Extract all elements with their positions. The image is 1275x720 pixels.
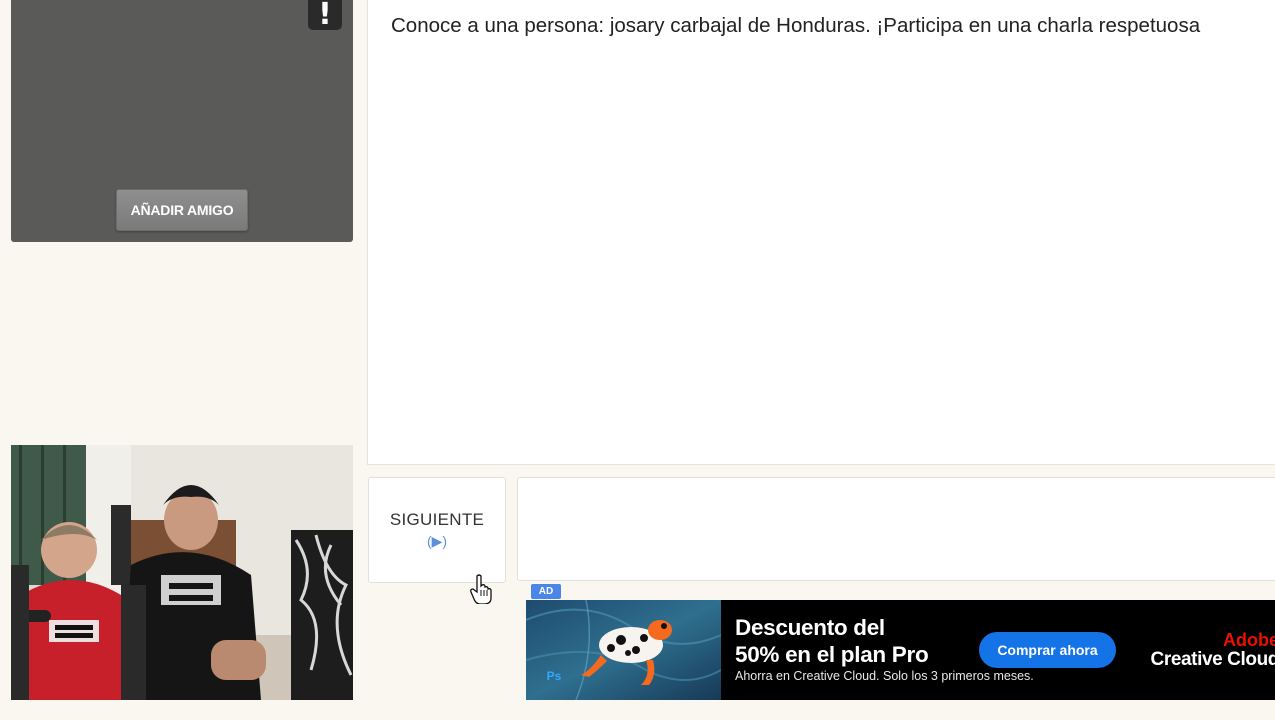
system-message: Conoce a una persona: josary carbajal de… [391, 14, 1201, 37]
ad-headline-line2: 50% en el plan Pro [735, 642, 929, 667]
ad-headline: Descuento del 50% en el plan Pro [735, 614, 929, 668]
buy-now-button[interactable]: Comprar ahora [979, 632, 1116, 668]
self-video-panel [11, 445, 353, 700]
remote-video-panel: ! AÑADIR AMIGO [11, 0, 353, 242]
photoshop-icon: Ps [546, 669, 562, 683]
ad-label: AD [531, 584, 561, 599]
message-input[interactable] [517, 477, 1275, 581]
next-button[interactable]: SIGUIENTE (▶) [368, 477, 506, 583]
creative-cloud-wordmark: Creative Cloud [1150, 649, 1275, 670]
ad-subtext: Ahorra en Creative Cloud. Solo los 3 pri… [735, 669, 1034, 683]
add-friend-button[interactable]: AÑADIR AMIGO [116, 189, 248, 231]
play-icon: (▶) [426, 533, 448, 549]
report-button[interactable]: ! [308, 0, 342, 30]
ad-banner[interactable]: Ps Descuento del 50% en el plan Pro Ahor… [526, 600, 1275, 700]
adobe-logo: Adobe Creative Cloud [1139, 630, 1275, 670]
ad-headline-line1: Descuento del [735, 615, 885, 640]
webcam-feed-image [11, 445, 353, 700]
next-button-label: SIGUIENTE [389, 510, 485, 529]
adobe-wordmark: Adobe [1223, 630, 1275, 650]
chat-log: Conoce a una persona: josary carbajal de… [367, 0, 1275, 465]
exclamation-icon: ! [318, 0, 332, 32]
